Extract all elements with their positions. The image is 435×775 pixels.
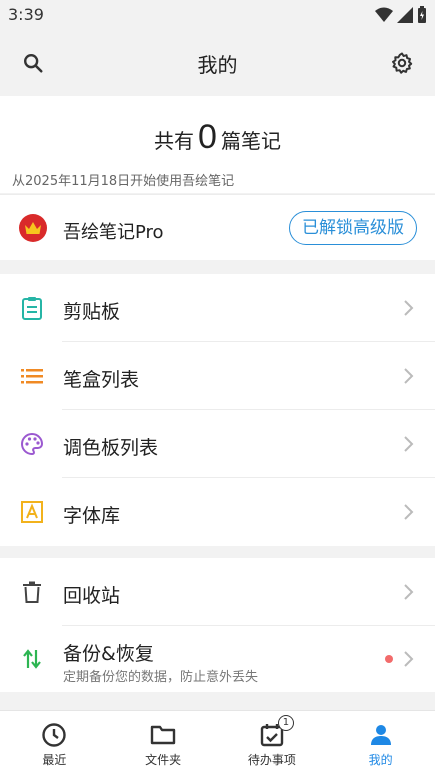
calendar-check-icon: 1	[258, 715, 294, 749]
usage-since-text: 从2025年11月18日开始使用吾绘笔记	[12, 174, 235, 189]
notes-count-line: 共有 0 篇笔记	[0, 118, 435, 157]
font-icon	[20, 500, 44, 524]
menu-item-subtitle: 定期备份您的数据，防止意外丢失	[63, 670, 259, 685]
chevron-right-icon	[404, 584, 414, 600]
nav-todo[interactable]: 1 待办事项	[218, 711, 327, 775]
wifi-icon	[375, 7, 393, 22]
pro-unlocked-badge[interactable]: 已解锁高级版	[289, 211, 417, 245]
count-prefix: 共有	[154, 129, 195, 153]
nav-label: 我的	[368, 753, 393, 767]
gear-icon	[392, 52, 413, 74]
menu-group-tools: 剪贴板 笔盒列表 调色板列表 字体库	[0, 274, 435, 546]
settings-button[interactable]	[386, 47, 418, 79]
nav-label: 文件夹	[145, 753, 182, 767]
menu-item-clipboard[interactable]: 剪贴板	[0, 274, 435, 342]
menu-item-font-library[interactable]: 字体库	[0, 478, 435, 546]
menu-item-recycle-bin[interactable]: 回收站	[0, 558, 435, 626]
menu-item-label: 笔盒列表	[63, 369, 140, 391]
clipboard-icon	[20, 296, 44, 320]
status-bar: 3:39	[0, 0, 435, 30]
nav-label: 最近	[42, 753, 67, 767]
menu-item-palette-list[interactable]: 调色板列表	[0, 410, 435, 478]
menu-item-backup-restore[interactable]: 备份&恢复 定期备份您的数据，防止意外丢失	[0, 625, 435, 693]
menu-item-pen-box-list[interactable]: 笔盒列表	[0, 342, 435, 410]
nav-folders[interactable]: 文件夹	[109, 711, 218, 775]
trash-icon	[20, 580, 44, 604]
menu-item-label: 调色板列表	[63, 437, 159, 459]
bottom-nav: 最近 文件夹 1 待办事项 我的	[0, 710, 435, 775]
status-time: 3:39	[8, 5, 44, 24]
palette-icon	[20, 432, 44, 456]
crown-icon	[19, 214, 47, 242]
status-icons	[375, 6, 427, 24]
notification-dot	[385, 655, 393, 663]
pro-row[interactable]: 吾绘笔记Pro 已解锁高级版	[0, 194, 435, 260]
page-title: 我的	[197, 53, 238, 77]
battery-icon	[418, 6, 426, 23]
app-header: 我的	[0, 30, 435, 96]
menu-item-label: 回收站	[63, 585, 121, 607]
pro-label: 吾绘笔记Pro	[63, 222, 164, 243]
chevron-right-icon	[404, 504, 414, 520]
list-icon	[20, 364, 44, 388]
folder-icon	[149, 721, 177, 749]
menu-item-label: 剪贴板	[63, 301, 121, 323]
menu-item-label: 字体库	[63, 505, 121, 527]
chevron-right-icon	[404, 651, 414, 667]
nav-mine[interactable]: 我的	[326, 711, 435, 775]
chevron-right-icon	[404, 300, 414, 316]
notes-count: 0	[198, 118, 217, 156]
clock-icon	[40, 721, 68, 749]
person-icon	[367, 721, 395, 749]
notes-summary: 共有 0 篇笔记 从2025年11月18日开始使用吾绘笔记	[0, 96, 435, 193]
sync-arrows-icon	[20, 647, 44, 671]
nav-recent[interactable]: 最近	[0, 711, 109, 775]
nav-label: 待办事项	[247, 753, 296, 767]
chevron-right-icon	[404, 436, 414, 452]
todo-count-badge: 1	[277, 715, 294, 731]
menu-item-label: 备份&恢复	[63, 643, 154, 665]
menu-group-data: 回收站 备份&恢复 定期备份您的数据，防止意外丢失	[0, 558, 435, 692]
chevron-right-icon	[404, 368, 414, 384]
signal-icon	[397, 7, 413, 23]
count-suffix: 篇笔记	[220, 129, 281, 153]
